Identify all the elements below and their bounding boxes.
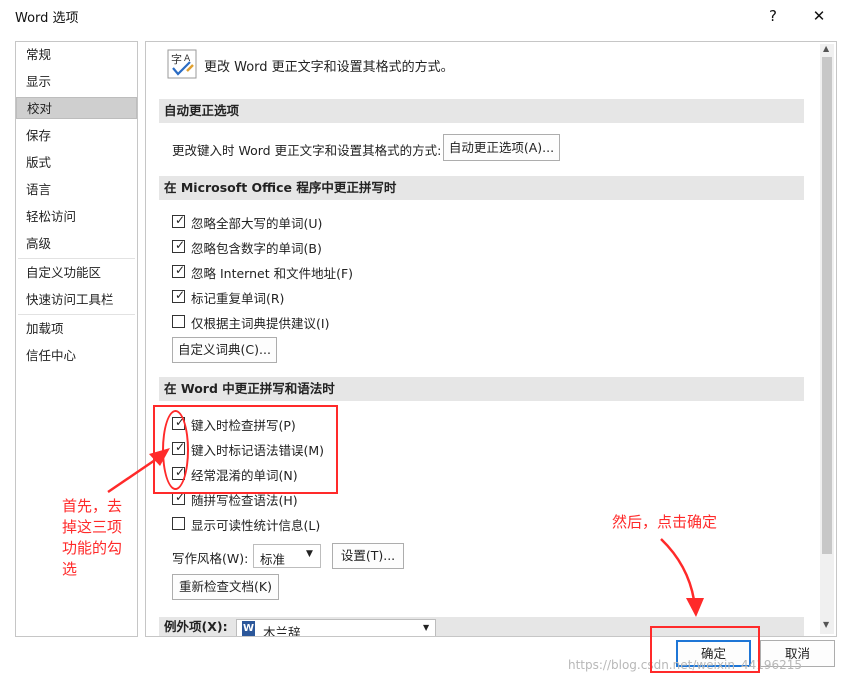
help-button[interactable]: ? xyxy=(753,2,793,30)
checkbox-label: 仅根据主词典提供建议(I) xyxy=(191,316,330,331)
sidebar-item-general[interactable]: 常规 xyxy=(16,44,137,66)
checkbox-label: 忽略全部大写的单词(U) xyxy=(191,216,323,231)
sidebar-item-trust-center[interactable]: 信任中心 xyxy=(16,345,137,367)
exceptions-document-dropdown[interactable]: W 木兰辞 ▼ xyxy=(236,619,436,637)
readability-statistics-checkbox[interactable] xyxy=(172,517,185,530)
chevron-down-icon: ▼ xyxy=(306,549,313,559)
annotation-line: 首先，去 xyxy=(62,497,123,515)
flag-repeated-words-checkbox[interactable]: ✓ xyxy=(172,288,186,303)
sidebar-item-addins[interactable]: 加载项 xyxy=(16,318,137,340)
annotation-note-left: 首先，去 掉这三项 功能的勾 选 xyxy=(62,496,132,580)
annotation-note-right: 然后，点击确定 xyxy=(612,513,718,531)
word-document-icon: W xyxy=(242,621,255,636)
main-dictionary-only-checkbox[interactable] xyxy=(172,315,185,328)
exceptions-label: 例外项(X): xyxy=(164,619,228,634)
checkmark-icon: ✓ xyxy=(175,263,186,277)
annotation-line: 掉这三项 xyxy=(62,518,123,536)
checkmark-icon: ✓ xyxy=(175,213,186,227)
chevron-down-icon: ▼ xyxy=(423,623,430,632)
section-header-word-spelling-grammar: 在 Word 中更正拼写和语法时 xyxy=(159,377,804,401)
scrollbar-thumb[interactable] xyxy=(822,57,832,554)
proofing-panel: 字 A 更改 Word 更正文字和设置其格式的方式。 自动更正选项 更改键入时 … xyxy=(145,41,837,637)
writing-style-dropdown[interactable]: 标准 ▼ xyxy=(253,544,321,568)
sidebar-item-accessibility[interactable]: 轻松访问 xyxy=(16,206,137,228)
sidebar-item-quick-access-toolbar[interactable]: 快速访问工具栏 xyxy=(16,289,137,311)
scroll-up-arrow-icon[interactable]: ▲ xyxy=(823,44,829,53)
panel-description: 更改 Word 更正文字和设置其格式的方式。 xyxy=(204,60,454,75)
checkbox-label: 显示可读性统计信息(L) xyxy=(191,518,321,533)
exceptions-document-name: 木兰辞 xyxy=(263,625,301,637)
annotation-line: 功能的勾 xyxy=(62,539,123,557)
sidebar-divider xyxy=(18,314,135,315)
section-header-office-spelling: 在 Microsoft Office 程序中更正拼写时 xyxy=(159,176,804,200)
sidebar-item-customize-ribbon[interactable]: 自定义功能区 xyxy=(16,262,137,284)
custom-dictionaries-button[interactable]: 自定义词典(C)... xyxy=(172,337,277,363)
sidebar-divider xyxy=(18,258,135,259)
writing-settings-button[interactable]: 设置(T)... xyxy=(332,543,404,569)
sidebar-item-layout[interactable]: 版式 xyxy=(16,152,137,174)
checkmark-icon: ✓ xyxy=(175,238,186,252)
ignore-internet-addresses-checkbox[interactable]: ✓ xyxy=(172,263,186,278)
annotation-box-ok xyxy=(650,626,760,673)
writing-style-value: 标准 xyxy=(260,552,286,567)
window-title: Word 选项 xyxy=(15,11,79,26)
ignore-numbers-checkbox[interactable]: ✓ xyxy=(172,238,186,253)
close-button[interactable]: ✕ xyxy=(799,2,839,30)
sidebar-item-language[interactable]: 语言 xyxy=(16,179,137,201)
checkmark-icon: ✓ xyxy=(175,288,186,302)
checkbox-label: 忽略包含数字的单词(B) xyxy=(191,241,322,256)
title-bar xyxy=(0,0,850,32)
proofing-abc-check-icon: 字 A xyxy=(167,49,197,79)
annotation-line: 选 xyxy=(62,560,78,578)
checkbox-label: 标记重复单词(R) xyxy=(191,291,285,306)
sidebar-item-advanced[interactable]: 高级 xyxy=(16,233,137,255)
checkbox-label: 忽略 Internet 和文件地址(F) xyxy=(191,266,354,281)
recheck-document-button[interactable]: 重新检查文档(K) xyxy=(172,574,279,600)
scroll-down-arrow-icon[interactable]: ▼ xyxy=(823,620,829,629)
ignore-uppercase-checkbox[interactable]: ✓ xyxy=(172,213,186,228)
sidebar-item-save[interactable]: 保存 xyxy=(16,125,137,147)
writing-style-label: 写作风格(W): xyxy=(172,551,249,566)
sidebar-item-proofing[interactable]: 校对 xyxy=(16,97,137,119)
autocorrect-options-button[interactable]: 自动更正选项(A)... xyxy=(443,134,560,161)
section-header-autocorrect: 自动更正选项 xyxy=(159,99,804,123)
autocorrect-label: 更改键入时 Word 更正文字和设置其格式的方式: xyxy=(172,143,442,158)
svg-text:字: 字 xyxy=(171,52,182,66)
sidebar-item-display[interactable]: 显示 xyxy=(16,71,137,93)
annotation-ellipse-checkboxes xyxy=(162,410,189,490)
